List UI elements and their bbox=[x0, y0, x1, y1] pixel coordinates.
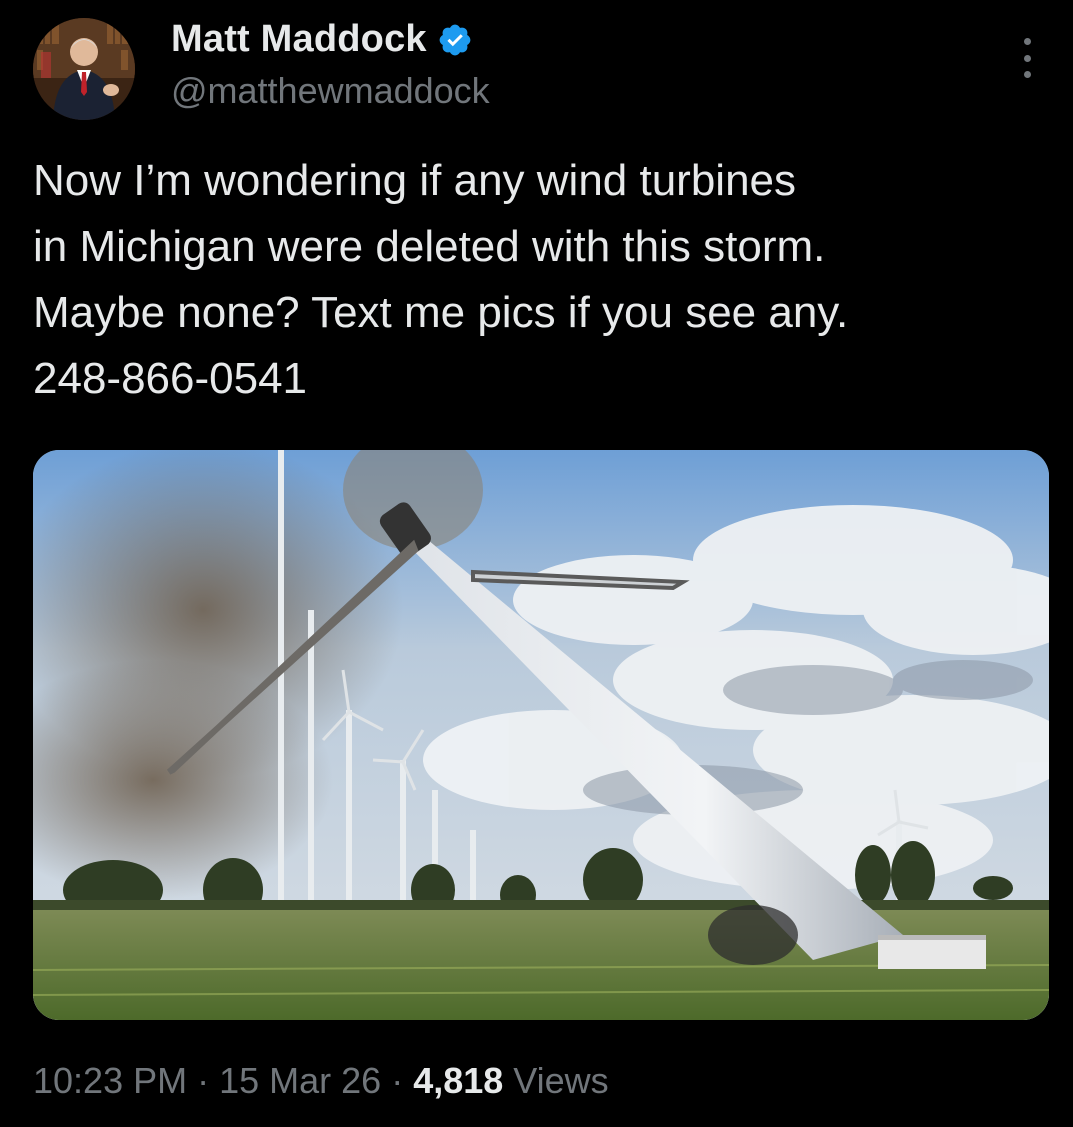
tweet-meta: 10:23 PM · 15 Mar 26 · 4,818 Views bbox=[33, 1060, 609, 1102]
tweet-date[interactable]: 15 Mar 26 bbox=[219, 1060, 381, 1102]
tweet: Matt Maddock @matthewmaddock Now I’m won… bbox=[0, 0, 1073, 1127]
meta-separator: · bbox=[391, 1060, 404, 1101]
more-options-icon[interactable] bbox=[1012, 38, 1042, 78]
more-dot bbox=[1023, 54, 1031, 62]
tweet-media-image[interactable] bbox=[33, 450, 1049, 1020]
author-name-row[interactable]: Matt Maddock bbox=[171, 18, 473, 61]
author-display-name[interactable]: Matt Maddock bbox=[171, 18, 427, 61]
verified-badge-icon bbox=[439, 24, 471, 55]
more-dot bbox=[1023, 38, 1031, 45]
views-label: Views bbox=[513, 1060, 609, 1101]
views-count: 4,818 bbox=[413, 1060, 504, 1101]
tweet-time[interactable]: 10:23 PM bbox=[33, 1060, 187, 1102]
tweet-text: Now I’m wondering if any wind turbines i… bbox=[33, 156, 849, 403]
avatar[interactable] bbox=[33, 18, 135, 120]
more-dot bbox=[1023, 71, 1031, 78]
collapsed-wind-turbine-photo bbox=[33, 450, 1049, 1020]
author-handle[interactable]: @matthewmaddock bbox=[171, 70, 490, 112]
meta-separator: · bbox=[197, 1060, 210, 1101]
